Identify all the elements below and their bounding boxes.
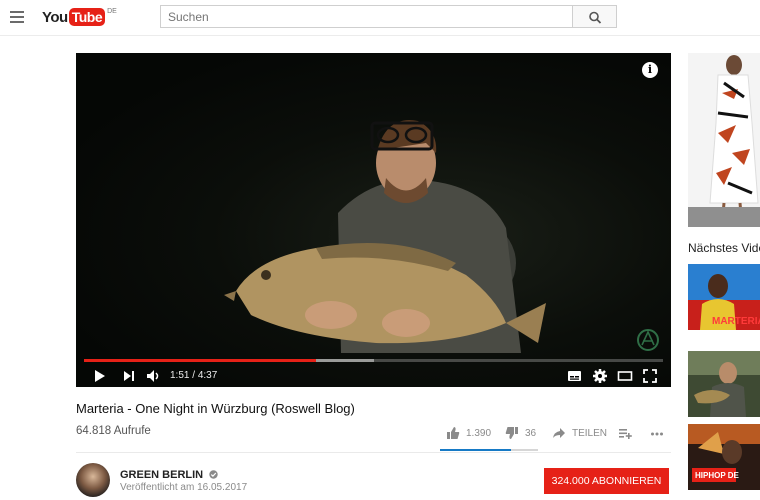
youtube-logo[interactable]: You Tube DE <box>42 7 117 27</box>
time-display: 1:51 / 4:37 <box>170 370 218 381</box>
up-next-thumbnail-1[interactable]: MARTERIA <box>688 264 760 330</box>
settings-gear-icon[interactable] <box>592 368 608 384</box>
info-icon[interactable]: i <box>642 62 658 78</box>
next-video-icon[interactable] <box>122 368 136 384</box>
video-player[interactable]: i 1:51 / 4:37 <box>76 53 671 387</box>
dislike-count: 36 <box>525 427 537 439</box>
divider <box>76 452 671 453</box>
video-still-image <box>224 120 659 353</box>
thumbnail-overlay-text-3: HIPHOP DE <box>695 471 740 480</box>
volume-icon[interactable] <box>145 368 161 384</box>
fullscreen-icon[interactable] <box>642 368 658 384</box>
like-dislike-ratio-bar <box>440 449 538 451</box>
thumbnail-image-2 <box>688 351 760 417</box>
add-to-playlist-icon <box>619 429 632 439</box>
thumbs-down-icon <box>505 427 518 439</box>
progress-played <box>84 359 316 362</box>
publish-date: Veröffentlicht am 16.05.2017 <box>120 482 248 493</box>
up-next-heading: Nächstes Vide <box>688 241 760 255</box>
thumbnail-image-3: HIPHOP DE <box>688 424 760 490</box>
view-count: 64.818 Aufrufe <box>76 425 151 437</box>
theater-mode-icon[interactable] <box>617 368 633 384</box>
duration: 4:37 <box>197 370 218 381</box>
thumbs-up-icon <box>447 427 460 439</box>
logo-you-text: You <box>42 8 68 26</box>
ad-fashion-image <box>688 53 760 227</box>
play-icon[interactable] <box>93 368 107 384</box>
subtitles-icon[interactable] <box>567 368 582 384</box>
sidebar-ad-image[interactable] <box>688 53 760 227</box>
progress-bar[interactable] <box>84 359 663 362</box>
search-icon <box>589 11 602 24</box>
like-button[interactable]: 1.390 <box>446 424 491 442</box>
subscribe-button[interactable]: 324.000 ABONNIEREN <box>544 468 669 494</box>
more-actions-button[interactable] <box>650 424 664 442</box>
channel-name: GREEN BERLIN <box>120 469 204 481</box>
verified-check-icon <box>209 470 218 479</box>
logo-tube-text: Tube <box>68 8 106 26</box>
sidebar-ad-bar <box>688 207 760 227</box>
search-input[interactable] <box>160 5 573 28</box>
dislike-button[interactable]: 36 <box>505 424 536 442</box>
current-time: 1:51 <box>170 370 190 381</box>
player-controls: 1:51 / 4:37 <box>76 365 671 387</box>
like-ratio-fill <box>440 449 511 451</box>
thumbnail-overlay-text-1: MARTERIA <box>712 316 760 327</box>
logo-region-label: DE <box>107 8 117 15</box>
up-next-thumbnail-2[interactable] <box>688 351 760 417</box>
more-horizontal-icon <box>651 432 663 436</box>
thumbnail-image-1: MARTERIA <box>688 264 760 330</box>
up-next-thumbnail-3[interactable]: HIPHOP DE <box>688 424 760 490</box>
share-label: TEILEN <box>572 427 608 439</box>
share-button[interactable]: TEILEN <box>552 424 607 442</box>
masthead: You Tube DE <box>0 0 760 36</box>
like-count: 1.390 <box>466 427 492 439</box>
share-icon <box>553 428 565 438</box>
video-title: Marteria - One Night in Würzburg (Roswel… <box>76 401 355 416</box>
hamburger-menu-icon[interactable] <box>10 11 24 23</box>
channel-name-row[interactable]: GREEN BERLIN <box>120 469 218 481</box>
add-to-playlist-button[interactable] <box>618 424 632 442</box>
channel-avatar[interactable] <box>76 463 110 497</box>
search-button[interactable] <box>572 5 617 28</box>
